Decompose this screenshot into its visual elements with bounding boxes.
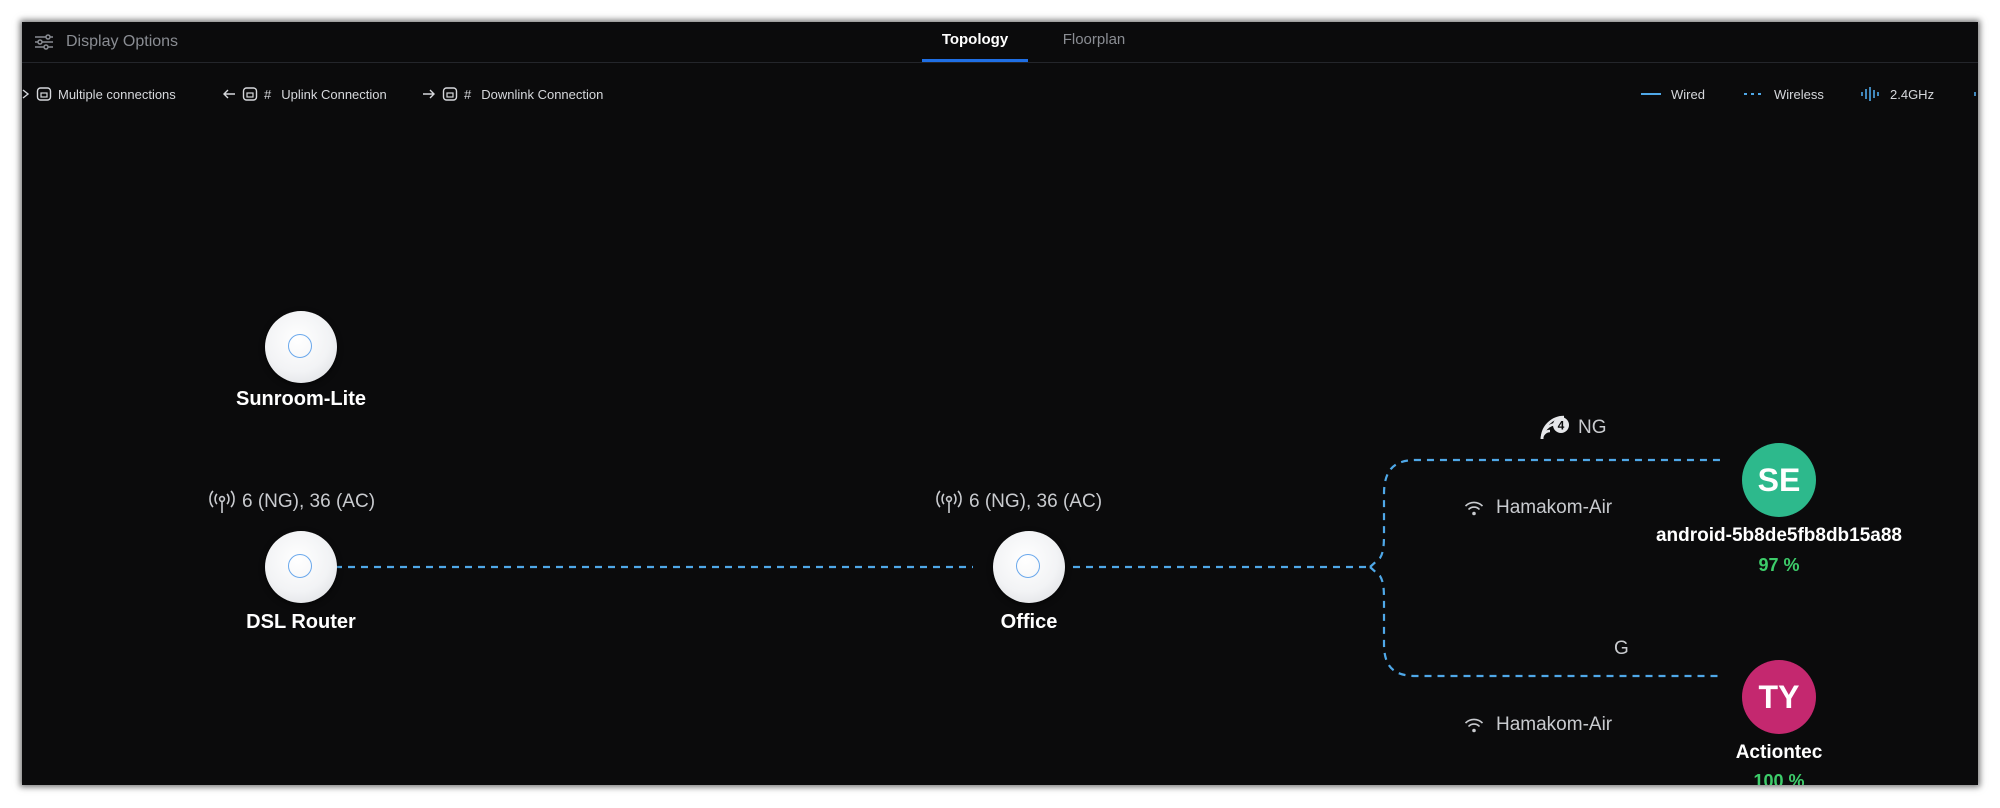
wifi-icon — [1464, 718, 1484, 733]
device-dsl-router[interactable] — [265, 531, 337, 603]
client-se-radio: 4 NG — [1540, 415, 1607, 441]
radio-text: NG — [1578, 417, 1607, 438]
client-se-ssid: Hamakom-Air — [1464, 497, 1612, 519]
status-led — [288, 334, 312, 358]
status-led — [1016, 554, 1040, 578]
client-ty-name: Actiontec — [1735, 742, 1823, 763]
client-se-name: android-5b8de5fb8db15a88 — [1655, 525, 1903, 546]
device-name-sunroom-lite: Sunroom-Lite — [236, 388, 366, 410]
client-se-avatar[interactable]: SE — [1742, 443, 1816, 517]
wifi-icon — [1464, 501, 1484, 516]
client-ty-radio: G — [1614, 638, 1629, 660]
client-ty-signal: 100 % — [1753, 771, 1805, 785]
client-se-signal: 97 % — [1758, 555, 1800, 575]
link-office-ty — [1369, 566, 1722, 678]
app-window: Display Options Topology Floorplan Multi… — [22, 22, 1978, 785]
device-sunroom-lite[interactable] — [265, 311, 337, 383]
status-led — [288, 554, 312, 578]
antenna-icon — [209, 490, 235, 513]
client-ty-avatar[interactable]: TY — [1742, 660, 1816, 734]
channels-dsl-router: 6 (NG), 36 (AC) — [208, 490, 375, 514]
wifi-generation: 4 — [1558, 419, 1565, 433]
channels-text: 6 (NG), 36 (AC) — [969, 491, 1103, 512]
device-office[interactable] — [993, 531, 1065, 603]
ssid-text: Hamakom-Air — [1496, 497, 1613, 518]
antenna-icon — [936, 490, 962, 513]
radio-text: G — [1614, 638, 1629, 659]
device-name-dsl-router: DSL Router — [246, 611, 356, 633]
channels-text: 6 (NG), 36 (AC) — [242, 491, 376, 512]
wifi-4-icon: 4 — [1540, 415, 1569, 440]
device-name-office: Office — [1000, 611, 1058, 633]
client-ty-ssid: Hamakom-Air — [1464, 714, 1612, 736]
ssid-text: Hamakom-Air — [1496, 714, 1613, 735]
channels-office: 6 (NG), 36 (AC) — [935, 490, 1102, 514]
